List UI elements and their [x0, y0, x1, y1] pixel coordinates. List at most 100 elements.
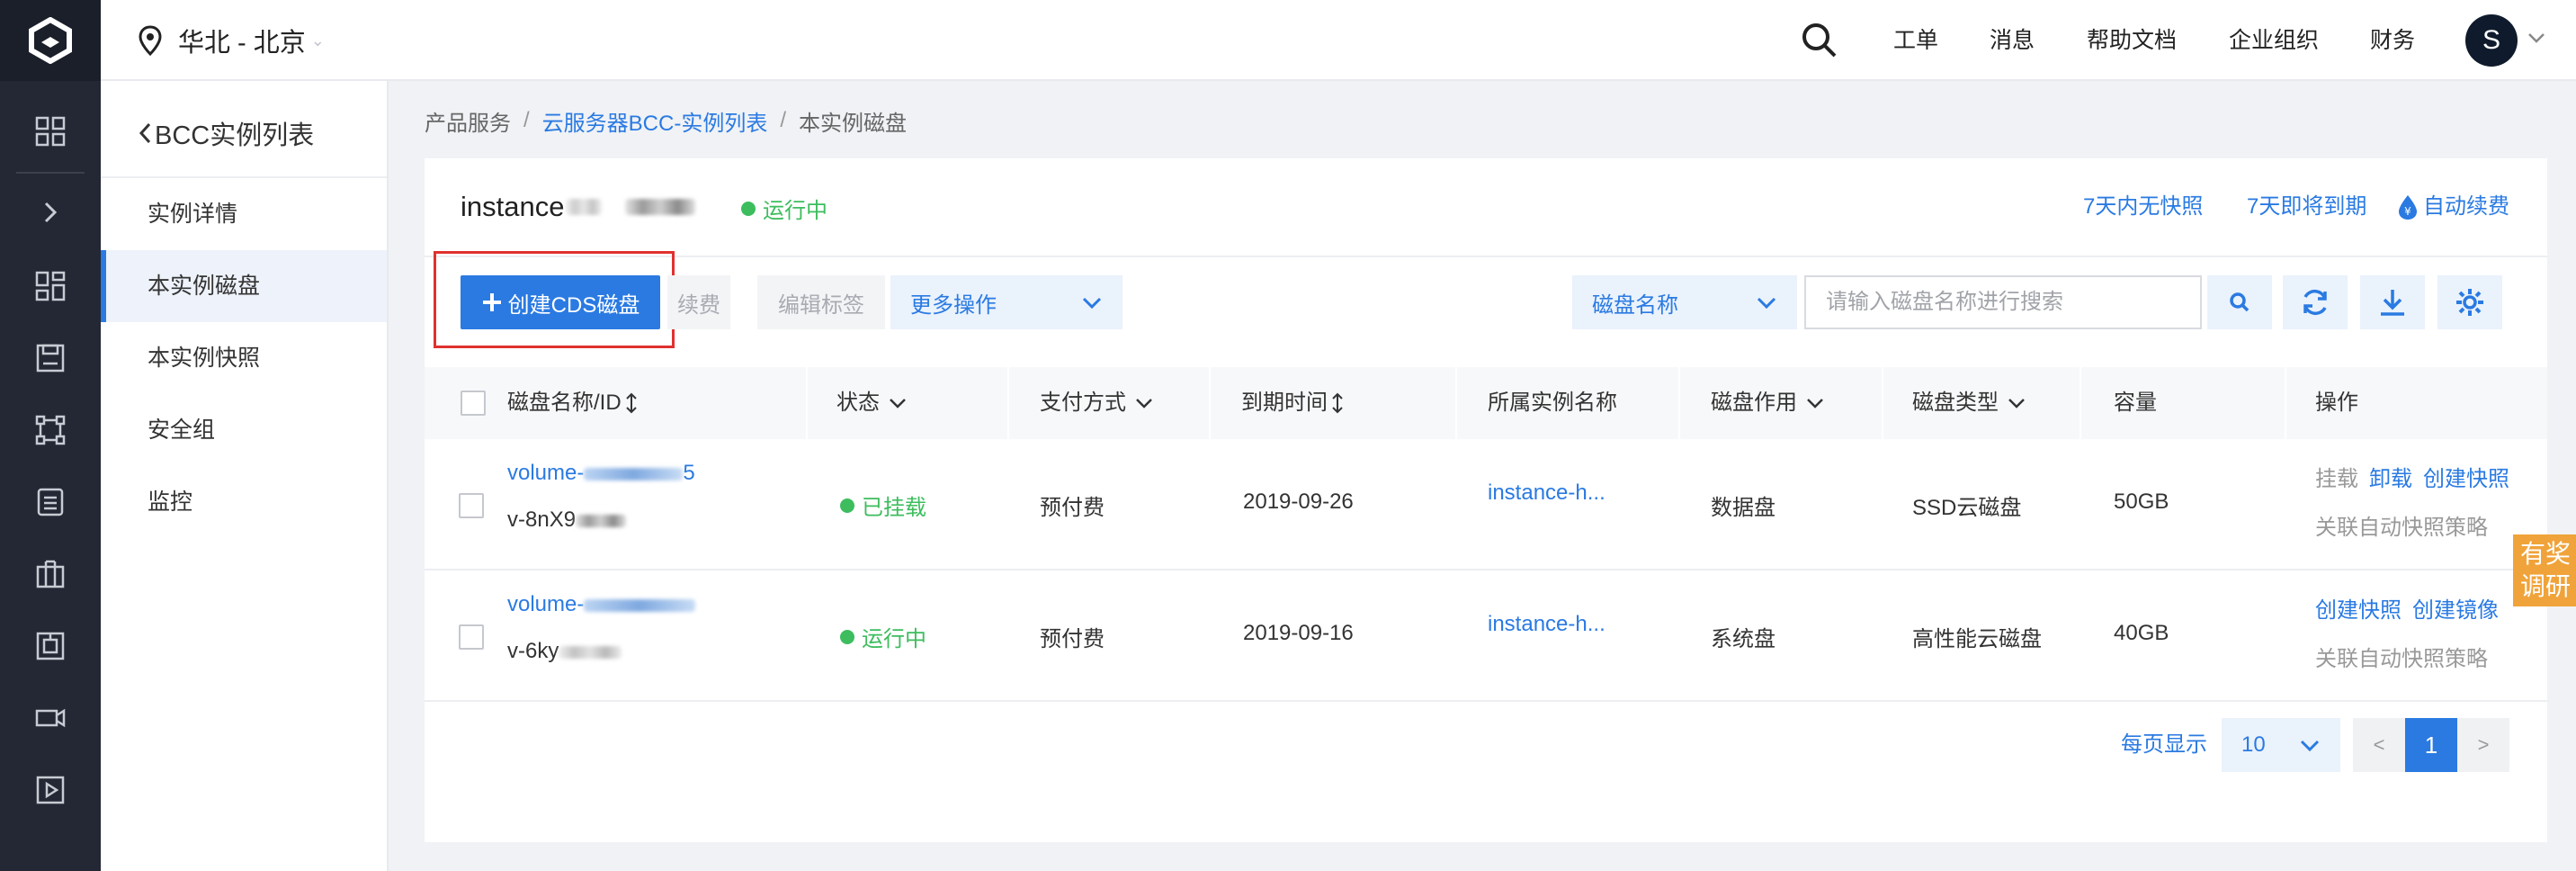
col-expire[interactable]: 到期时间 — [1241, 367, 1344, 439]
disk-status-label: 运行中 — [862, 627, 926, 651]
row-checkbox[interactable] — [459, 624, 484, 650]
redacted-text — [559, 645, 622, 659]
location-pin-icon — [139, 25, 162, 57]
instance-name: instance — [461, 191, 565, 222]
search-field-select[interactable]: 磁盘名称 — [1572, 275, 1797, 329]
survey-tab[interactable]: 有奖调研 — [2513, 534, 2576, 606]
disk-search-input[interactable] — [1804, 275, 2202, 329]
products-grid-icon[interactable] — [25, 261, 76, 311]
nav-help-docs[interactable]: 帮助文档 — [2087, 20, 2177, 61]
breadcrumb-separator: / — [780, 108, 787, 132]
more-actions-dropdown[interactable]: 更多操作 — [890, 275, 1123, 329]
breadcrumb-products[interactable]: 产品服务 — [425, 105, 511, 137]
sidebar-item-monitor[interactable]: 监控 — [101, 466, 387, 538]
attach-action[interactable]: 挂载 — [2315, 467, 2358, 491]
nav-messages[interactable]: 消息 — [1990, 20, 2035, 61]
disk-name-link[interactable]: volume- 5 — [507, 461, 695, 486]
detach-action[interactable]: 卸载 — [2369, 467, 2412, 491]
sidebar-item-snapshots[interactable]: 本实例快照 — [101, 322, 387, 394]
sidebar-item-security-group[interactable]: 安全组 — [101, 394, 387, 466]
auto-renew-link[interactable]: ¥ 自动续费 — [2396, 191, 2509, 223]
refresh-button[interactable] — [2283, 275, 2348, 329]
no-snapshot-7d-link[interactable]: 7天内无快照 — [2083, 191, 2203, 223]
network-icon[interactable] — [25, 405, 76, 455]
disk-capacity: 40GB — [2114, 621, 2169, 645]
nav-enterprise[interactable]: 企业组织 — [2229, 20, 2319, 61]
create-snapshot-action[interactable]: 创建快照 — [2423, 467, 2509, 491]
cube-logo-icon — [29, 17, 72, 64]
search-button[interactable] — [2207, 275, 2272, 329]
col-status-label: 状态 — [836, 391, 880, 415]
download-button[interactable] — [2360, 275, 2425, 329]
payment-type: 预付费 — [1040, 496, 1105, 520]
chevron-down-icon — [2300, 740, 2320, 752]
col-role[interactable]: 磁盘作用 — [1711, 367, 1826, 439]
disk-name: volume- — [507, 592, 585, 616]
status-dot-icon — [840, 498, 854, 513]
disk-type: SSD云磁盘 — [1912, 496, 2022, 520]
instance-status-label: 运行中 — [763, 199, 827, 223]
region-label: 华北 - 北京 — [178, 29, 306, 58]
renew-button[interactable]: 续费 — [667, 275, 730, 329]
instance-link[interactable]: instance-h... — [1488, 480, 1606, 506]
chevron-down-icon[interactable] — [2526, 27, 2547, 49]
filter-chevron-icon — [1136, 399, 1152, 409]
disk-save-icon[interactable] — [25, 333, 76, 383]
next-page-button[interactable]: > — [2457, 718, 2509, 772]
sidebar-item-detail[interactable]: 实例详情 — [101, 178, 387, 250]
prev-page-button[interactable]: < — [2353, 718, 2405, 772]
instance-title: instance — [461, 187, 696, 227]
redacted-text — [566, 199, 603, 215]
disk-id-text: v-8nX9 — [507, 507, 577, 532]
building-icon[interactable] — [25, 549, 76, 599]
instance-status: 运行中 — [741, 193, 827, 224]
rail-divider — [16, 172, 85, 174]
play-media-icon[interactable] — [25, 765, 76, 815]
storage-icon[interactable] — [25, 621, 76, 671]
nav-finance[interactable]: 财务 — [2370, 20, 2415, 61]
row-actions: 创建快照 创建镜像 — [2315, 592, 2509, 624]
edit-tag-button[interactable]: 编辑标签 — [757, 275, 885, 329]
page-1-button[interactable]: 1 — [2405, 718, 2457, 772]
brand-logo[interactable] — [0, 0, 101, 81]
instance-link[interactable]: instance-h... — [1488, 612, 1606, 637]
table-header: 磁盘名称/ID 状态 支付方式 到期时间 所属实例名称 磁盘作用 磁盘类型 容量… — [425, 367, 2547, 439]
column-separator — [2285, 367, 2286, 439]
col-type[interactable]: 磁盘类型 — [1912, 367, 2027, 439]
row-checkbox[interactable] — [459, 493, 484, 518]
create-snapshot-action[interactable]: 创建快照 — [2315, 598, 2402, 623]
col-type-label: 磁盘类型 — [1912, 391, 1999, 415]
search-icon[interactable] — [1799, 20, 1840, 61]
col-disk-name[interactable]: 磁盘名称/ID — [507, 367, 638, 439]
create-image-action[interactable]: 创建镜像 — [2412, 598, 2499, 623]
nav-ticket[interactable]: 工单 — [1893, 20, 1938, 61]
status-dot-icon — [741, 201, 756, 216]
sidebar-item-disks[interactable]: 本实例磁盘 — [101, 250, 387, 322]
create-cds-button[interactable]: 创建CDS磁盘 — [461, 275, 660, 329]
status-dot-icon — [840, 629, 854, 644]
page-size-select[interactable]: 10 — [2222, 718, 2340, 772]
create-cds-label: 创建CDS磁盘 — [507, 292, 640, 318]
video-camera-icon[interactable] — [25, 693, 76, 743]
dashboard-icon[interactable] — [25, 106, 76, 157]
disk-name-link[interactable]: volume- — [507, 592, 696, 617]
region-selector[interactable]: 华北 - 北京 ⌄ — [137, 20, 325, 61]
column-separator — [1209, 367, 1211, 439]
col-status[interactable]: 状态 — [836, 367, 908, 439]
table-row: volume- 5 v-8nX9 已挂载 预付费 2019-09-26 insta… — [425, 439, 2547, 570]
back-to-instance-list[interactable]: BCC实例列表 — [137, 113, 314, 153]
link-auto-snapshot-action[interactable]: 关联自动快照策略 — [2315, 641, 2488, 672]
database-icon[interactable] — [25, 477, 76, 527]
disk-capacity: 50GB — [2114, 489, 2169, 514]
link-auto-snapshot-action[interactable]: 关联自动快照策略 — [2315, 509, 2488, 541]
user-avatar[interactable]: S — [2465, 14, 2518, 67]
breadcrumb-bcc-list[interactable]: 云服务器BCC-实例列表 — [542, 105, 768, 137]
expand-chevron-icon[interactable] — [25, 187, 76, 238]
col-payment-label: 支付方式 — [1040, 391, 1126, 415]
column-separator — [2080, 367, 2081, 439]
settings-button[interactable] — [2437, 275, 2502, 329]
col-payment[interactable]: 支付方式 — [1040, 367, 1155, 439]
select-all-checkbox[interactable] — [461, 391, 486, 416]
expire-date: 2019-09-26 — [1243, 489, 1354, 514]
expiring-7d-link[interactable]: 7天即将到期 — [2247, 191, 2366, 223]
